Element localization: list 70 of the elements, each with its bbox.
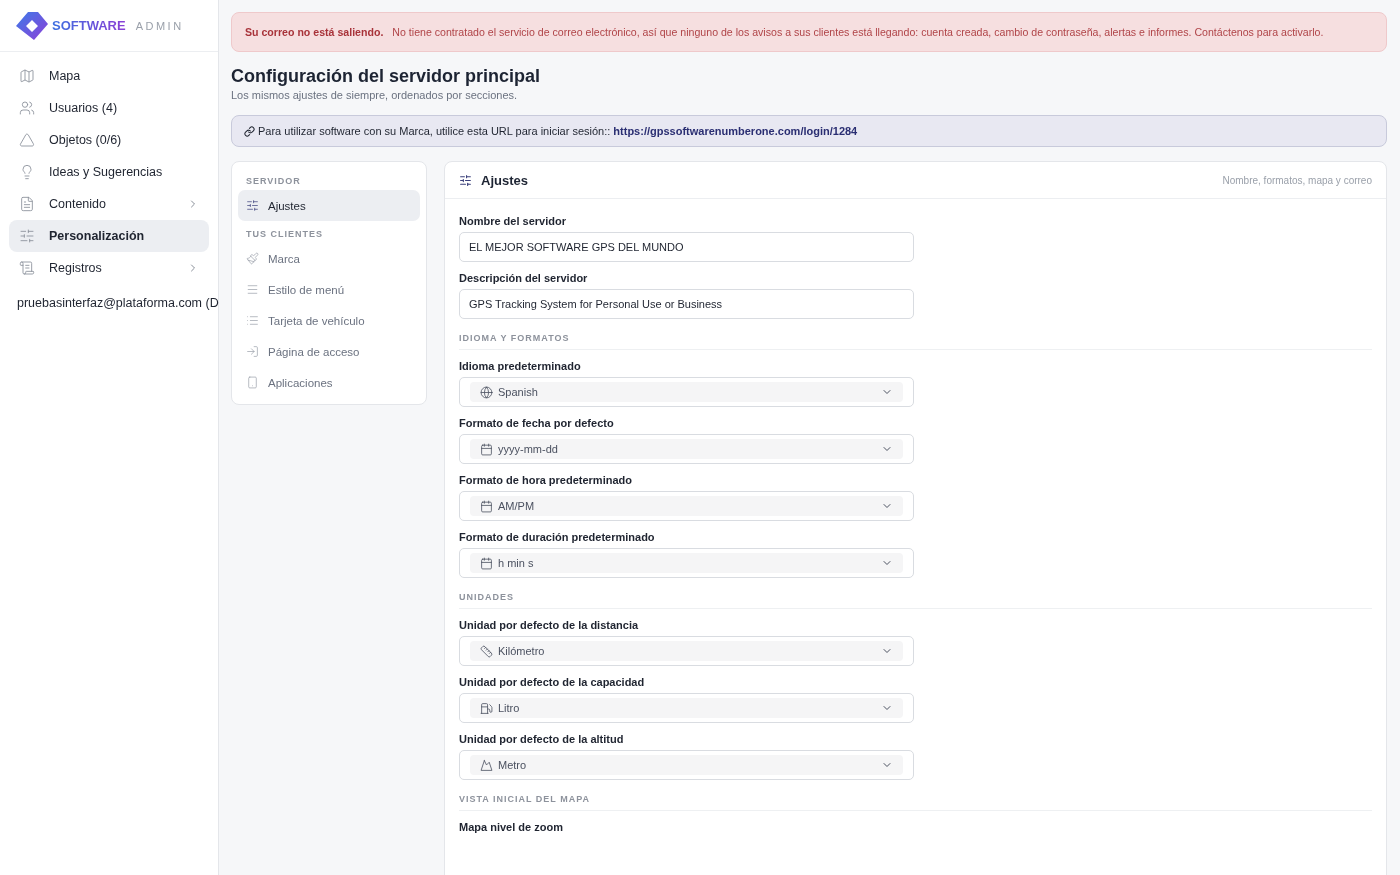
section-heading: UNIDADES [459,578,1372,610]
sidebar-item[interactable]: Objetos (0/6) [9,124,209,156]
field-label: Formato de duración predeterminado [459,531,656,544]
sidebar-item[interactable]: Personalización [9,220,209,252]
map-icon [19,68,35,84]
calendar-icon [480,442,493,456]
subnav-item[interactable]: Marca [238,243,420,275]
section-heading: IDIOMA Y FORMATOS [459,319,1372,351]
text-field[interactable]: GPS Tracking System for Personal Use or Business [459,289,914,320]
select-field[interactable]: Metro [459,750,914,781]
field-label: Unidad por defecto de la altitud [459,733,625,746]
list-icon [246,314,259,328]
login-icon [246,345,259,359]
field-label: Idioma predeterminado [459,360,582,373]
subnav-item[interactable]: Página de acceso [238,336,420,368]
brand-suffix: ADMIN [135,19,184,32]
sliders-icon [246,199,259,213]
logo-icon [16,11,48,40]
login-url-link[interactable]: https://gpssoftwarenumberone.com/login/1284 [613,125,858,138]
select-field[interactable]: h min s [459,548,914,579]
phone-icon [246,376,259,390]
calendar-icon [480,499,493,513]
select-field[interactable]: Kilómetro [459,636,914,667]
select-field[interactable]: Spanish [459,377,914,408]
field-label: Mapa nivel de zoom [459,821,564,834]
sidebar-item[interactable]: Usuarios (4) [9,92,209,124]
link-icon [244,125,255,137]
globe-icon [480,385,493,399]
subnav-heading: TUS CLIENTES [245,228,324,242]
ruler-icon [480,644,493,658]
fuel-icon [480,701,493,715]
subnav-item[interactable]: Ajustes [238,190,420,222]
subnav-heading: SERVIDOR [245,175,302,189]
mountain-icon [480,758,493,772]
subnav-item[interactable]: Estilo de menú [238,274,420,306]
sliders-icon [19,228,35,244]
field-label: Formato de fecha por defecto [459,417,615,430]
sliders-icon [459,173,472,187]
sidebar-item[interactable]: Contenido [9,188,209,220]
email-alert: Su correo no está saliendo. No tiene contratado el servicio de correo electrónico, así que ninguno de los avisos a sus clientes está llegando: cuenta creada, cambio de contraseña, alertas e informes. Contáctenos para activarlo. [231,12,1387,52]
subnav-item[interactable]: Tarjeta de vehículo [238,305,420,337]
select-field[interactable]: Litro [459,693,914,724]
select-field[interactable]: AM/PM [459,491,914,522]
page-title: Configuración del servidor principal [231,66,542,87]
subnav-item[interactable]: Aplicaciones [238,367,420,399]
paintbrush-icon [246,252,259,266]
sidebar-item[interactable]: Registros [9,252,209,284]
sidebar-item[interactable]: Ideas y Sugerencias [9,156,209,188]
section-heading: VISTA INICIAL DEL MAPA [459,780,1372,812]
field-label: Descripción del servidor [459,272,589,285]
sidebar-item[interactable]: Mapa [9,60,209,92]
users-icon [19,100,35,116]
triangle-icon [19,132,35,148]
menu-icon [246,283,259,297]
url-notice-text: Para utilizar software con su Marca, utilice esta URL para iniciar sesión:: [258,125,611,138]
text-field[interactable]: EL MEJOR SOFTWARE GPS DEL MUNDO [459,232,914,263]
lightbulb-icon [19,164,35,180]
brand-name: SOFTWARE [52,18,126,33]
card-hint: Nombre, formatos, mapa y correo [1222,174,1372,186]
calendar-icon [480,556,493,570]
field-label: Formato de hora predeterminado [459,474,633,487]
account-email: pruebasinterfaz@plataforma.com (D [17,296,219,310]
document-icon [19,196,35,212]
select-field[interactable]: yyyy-mm-dd [459,434,914,465]
field-label: Unidad por defecto de la capacidad [459,676,646,689]
field-label: Nombre del servidor [459,215,567,228]
card-title: Ajustes [481,172,529,188]
page-subtitle: Los mismos ajustes de siempre, ordenados por secciones. [231,89,519,101]
scroll-icon [19,260,35,276]
field-label: Unidad por defecto de la distancia [459,619,640,632]
